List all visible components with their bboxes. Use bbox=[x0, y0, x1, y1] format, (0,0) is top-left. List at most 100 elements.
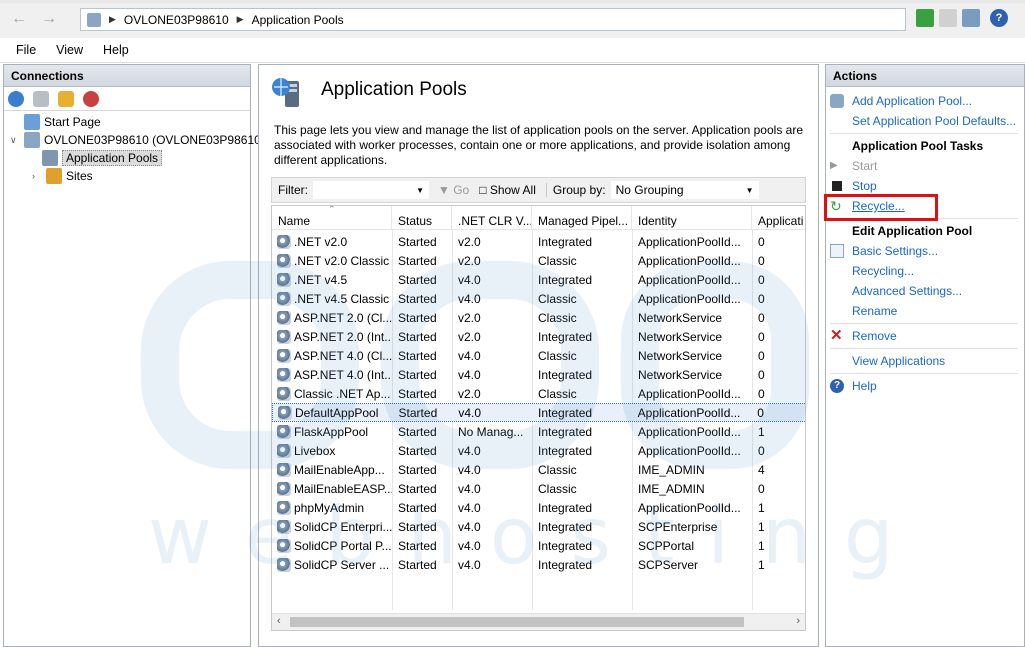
divider bbox=[830, 133, 1018, 134]
advanced-settings-action[interactable]: Advanced Settings... bbox=[852, 282, 962, 300]
column-header-clr[interactable]: .NET CLR V... bbox=[452, 206, 532, 230]
table-row[interactable]: ASP.NET 2.0 (Int... Started v2.0 Integrated… bbox=[272, 327, 805, 346]
up-folder-icon[interactable] bbox=[58, 90, 74, 107]
go-button[interactable]: ▼ Go bbox=[438, 183, 469, 197]
cell-name: FlaskAppPool bbox=[272, 424, 392, 439]
table-row[interactable]: Classic .NET Ap... Started v2.0 Classic Appl… bbox=[272, 384, 805, 403]
menu-help[interactable]: Help bbox=[103, 43, 129, 57]
back-button[interactable]: ← bbox=[6, 8, 32, 30]
table-cell: v4.0 bbox=[458, 500, 481, 515]
scroll-left-icon[interactable]: ‹ bbox=[277, 615, 281, 627]
table-row[interactable]: ASP.NET 4.0 (Int... Started v4.0 Integrated… bbox=[272, 365, 805, 384]
remove-action[interactable]: ✕ Remove bbox=[830, 327, 897, 345]
table-cell: 0 bbox=[757, 405, 764, 420]
table-cell: 0 bbox=[758, 329, 765, 344]
stop-icon[interactable] bbox=[939, 9, 957, 27]
start-page-icon bbox=[24, 114, 40, 130]
help-icon[interactable]: ? bbox=[990, 9, 1008, 27]
recycling-action[interactable]: Recycling... bbox=[852, 262, 914, 280]
add-pool-action[interactable]: Add Application Pool... bbox=[830, 92, 972, 110]
table-cell: v4.0 bbox=[458, 557, 481, 572]
collapsed-chevron-icon[interactable]: › bbox=[32, 171, 42, 181]
tree-item-sites[interactable]: › Sites bbox=[32, 167, 93, 185]
pool-name: MailEnableApp... bbox=[294, 462, 385, 477]
column-header-name[interactable]: ⌃ Name bbox=[272, 206, 392, 230]
connect-icon[interactable] bbox=[8, 90, 24, 107]
refresh-icon[interactable] bbox=[916, 9, 934, 27]
tree-item-server[interactable]: ∨ OVLONE03P98610 (OVLONE03P98610\ bbox=[10, 131, 264, 149]
show-all-label: Show All bbox=[489, 183, 536, 197]
address-field[interactable]: ▶ OVLONE03P98610 ▶ Application Pools bbox=[80, 8, 906, 31]
table-row[interactable]: ASP.NET 4.0 (Cl... Started v4.0 Classic Netw… bbox=[272, 346, 805, 365]
column-header-identity[interactable]: Identity bbox=[632, 206, 752, 230]
column-header-pipeline[interactable]: Managed Pipel... bbox=[532, 206, 632, 230]
start-action[interactable]: ▶ Start bbox=[830, 157, 877, 175]
scroll-right-icon[interactable]: › bbox=[796, 615, 800, 627]
column-header-status[interactable]: Status bbox=[392, 206, 452, 230]
table-cell: ApplicationPoolId... bbox=[638, 253, 741, 268]
table-row[interactable]: SolidCP Server ... Started v4.0 Integrated S… bbox=[272, 555, 805, 574]
app-pool-icon bbox=[277, 424, 291, 439]
tree-item-application-pools[interactable]: Application Pools bbox=[42, 149, 163, 167]
table-cell: Integrated bbox=[538, 234, 593, 249]
forward-arrow-icon: → bbox=[41, 10, 57, 27]
disconnect-icon[interactable] bbox=[83, 90, 99, 107]
save-icon[interactable] bbox=[33, 90, 49, 107]
stop-action[interactable]: Stop bbox=[830, 177, 877, 195]
menu-file[interactable]: File bbox=[16, 43, 36, 57]
column-header-applications[interactable]: Applicati bbox=[752, 206, 805, 230]
table-cell: SCPPortal bbox=[638, 538, 695, 553]
expand-chevron-icon[interactable]: ∨ bbox=[10, 135, 20, 146]
table-cell: v4.0 bbox=[458, 443, 481, 458]
table-row[interactable]: SolidCP Portal P... Started v4.0 Integrated… bbox=[272, 536, 805, 555]
group-by-value: No Grouping bbox=[615, 183, 684, 197]
home-icon[interactable] bbox=[962, 9, 980, 27]
filter-input[interactable]: ▼ bbox=[312, 180, 430, 200]
tree-item-start-page[interactable]: Start Page bbox=[24, 113, 101, 131]
table-cell: 0 bbox=[758, 253, 765, 268]
table-cell: v2.0 bbox=[458, 310, 481, 325]
action-label: Remove bbox=[852, 329, 897, 343]
table-row[interactable]: .NET v2.0 Classic Started v2.0 Classic Appli… bbox=[272, 251, 805, 270]
table-cell: Classic bbox=[538, 386, 577, 401]
app-pool-icon bbox=[277, 272, 291, 287]
group-by-select[interactable]: No Grouping ▼ bbox=[609, 180, 760, 200]
edit-heading: Edit Application Pool bbox=[852, 224, 973, 238]
dropdown-arrow-icon: ▼ bbox=[416, 185, 424, 195]
view-applications-action[interactable]: View Applications bbox=[852, 352, 945, 370]
table-cell: Integrated bbox=[538, 500, 593, 515]
horizontal-scrollbar[interactable]: ‹ › bbox=[272, 613, 805, 630]
table-row[interactable]: .NET v4.5 Started v4.0 Integrated Applicatio… bbox=[272, 270, 805, 289]
table-row[interactable]: Livebox Started v4.0 Integrated ApplicationP… bbox=[272, 441, 805, 460]
rename-action[interactable]: Rename bbox=[852, 302, 897, 320]
address-segment-pools[interactable]: Application Pools bbox=[252, 13, 344, 27]
column-label: Applicati bbox=[758, 214, 804, 228]
table-row[interactable]: MailEnableApp... Started v4.0 Classic IME_AD… bbox=[272, 460, 805, 479]
chevron-right-icon: ▶ bbox=[236, 14, 244, 24]
scrollbar-thumb[interactable] bbox=[290, 617, 744, 627]
table-row[interactable]: .NET v4.5 Classic Started v4.0 Classic Appli… bbox=[272, 289, 805, 308]
connections-header: Connections bbox=[4, 65, 250, 87]
help-action[interactable]: ? Help bbox=[830, 377, 877, 395]
app-pool-icon bbox=[277, 443, 291, 458]
table-cell: 0 bbox=[758, 234, 765, 249]
table-row[interactable]: SolidCP Enterpri... Started v4.0 Integrated… bbox=[272, 517, 805, 536]
menu-view[interactable]: View bbox=[56, 43, 83, 57]
table-cell: 0 bbox=[758, 310, 765, 325]
pool-name: ASP.NET 2.0 (Cl... bbox=[294, 310, 392, 325]
table-row[interactable]: MailEnableEASP... Started v4.0 Classic IME_A… bbox=[272, 479, 805, 498]
set-defaults-action[interactable]: Set Application Pool Defaults... bbox=[852, 112, 1016, 130]
table-row[interactable]: FlaskAppPool Started No Manag... Integrated… bbox=[272, 422, 805, 441]
table-row[interactable]: phpMyAdmin Started v4.0 Integrated Applicati… bbox=[272, 498, 805, 517]
table-row[interactable]: .NET v2.0 Started v2.0 Integrated Applicatio… bbox=[272, 232, 805, 251]
show-all-button[interactable]: □ Show All bbox=[479, 183, 536, 197]
table-row[interactable]: ASP.NET 2.0 (Cl... Started v2.0 Classic Netw… bbox=[272, 308, 805, 327]
forward-button[interactable]: → bbox=[36, 8, 62, 30]
table-row[interactable]: DefaultAppPool Started v4.0 Integrated Appli… bbox=[272, 403, 805, 422]
window-top-edge bbox=[0, 0, 1025, 3]
table-cell: Integrated bbox=[538, 443, 593, 458]
basic-settings-action[interactable]: Basic Settings... bbox=[830, 242, 938, 260]
address-segment-server[interactable]: OVLONE03P98610 bbox=[124, 13, 229, 27]
action-label: Set Application Pool Defaults... bbox=[852, 114, 1017, 128]
table-cell: Integrated bbox=[538, 424, 593, 439]
